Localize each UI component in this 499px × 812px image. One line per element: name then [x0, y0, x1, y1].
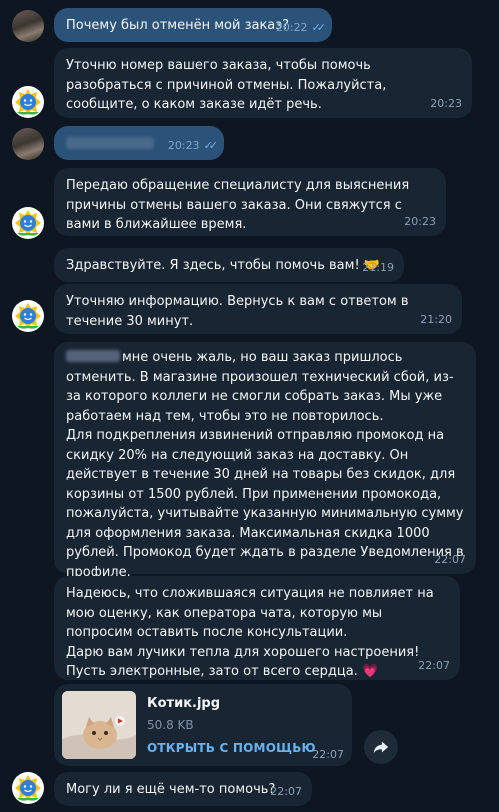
message-time: 20:23: [167, 138, 200, 152]
message-meta: 20:23: [430, 94, 462, 114]
message-time: 20:22: [275, 20, 308, 34]
bot-avatar[interactable]: [12, 86, 44, 118]
bot-logo-icon: [15, 775, 41, 801]
message-text: Здравствуйте. Я здесь, чтобы помочь вам!…: [66, 258, 380, 273]
message-bubble[interactable]: Надеюсь, что сложившаяся ситуация не пов…: [54, 576, 460, 680]
message-meta: 21:19: [362, 258, 394, 278]
bot-avatar[interactable]: [12, 300, 44, 332]
message-meta: 20:22 ✓✓: [275, 18, 327, 38]
message-time: 22:07: [270, 784, 302, 798]
message-bubble[interactable]: Могу ли я ещё чем-то помочь? 22:07: [54, 772, 312, 806]
message-meta: 22:07: [270, 782, 302, 802]
message-time: 21:19: [362, 260, 394, 274]
message-time: 22:07: [434, 552, 466, 566]
message-meta: 20:23 ✓✓: [167, 136, 219, 156]
message-text: Почему был отменён мой заказ?: [66, 18, 290, 33]
message-time: 20:23: [430, 96, 462, 110]
message-text: мне очень жаль, но ваш заказ пришлось от…: [66, 350, 464, 599]
message-bubble[interactable]: мне очень жаль, но ваш заказ пришлось от…: [54, 342, 476, 599]
message-bubble[interactable]: 20:23 ✓✓: [54, 126, 224, 160]
bot-logo-icon: [15, 210, 41, 236]
bot-logo-icon: [15, 89, 41, 115]
message-bubble[interactable]: Передаю обращение специалисту для выясне…: [54, 168, 446, 236]
blurred-text: [66, 137, 154, 149]
file-message[interactable]: Котик.jpg 50.8 KB ОТКРЫТЬ С ПОМОЩЬЮ 22:0…: [54, 684, 352, 766]
message-bubble[interactable]: Здравствуйте. Я здесь, чтобы помочь вам!…: [54, 248, 404, 282]
message-bubble[interactable]: Уточню номер вашего заказа, чтобы помочь…: [54, 48, 472, 118]
message-time: 22:07: [312, 748, 344, 761]
cat-photo-thumbnail[interactable]: [62, 691, 136, 759]
message-text: Уточню номер вашего заказа, чтобы помочь…: [66, 58, 391, 112]
message-time: 22:07: [418, 658, 450, 672]
message-bubble[interactable]: Почему был отменён мой заказ? 20:22 ✓✓: [54, 8, 332, 42]
blurred-text: [66, 350, 120, 362]
double-check-icon: ✓✓: [203, 138, 219, 152]
share-arrow-icon: [373, 741, 389, 754]
user-avatar[interactable]: [12, 10, 44, 42]
share-button[interactable]: [364, 730, 398, 764]
message-text: Надеюсь, что сложившаяся ситуация не пов…: [66, 586, 434, 679]
file-size: 50.8 KB: [147, 718, 194, 732]
message-meta: 20:23: [404, 212, 436, 232]
message-text: Передаю обращение специалисту для выясне…: [66, 178, 414, 232]
message-text: Могу ли я ещё чем-то помочь?: [66, 782, 276, 797]
message-bubble[interactable]: Уточняю информацию. Вернусь к вам с отве…: [54, 284, 462, 334]
message-meta: 21:20: [420, 310, 452, 330]
message-meta: 22:07: [418, 656, 450, 676]
message-text: Уточняю информацию. Вернусь к вам с отве…: [66, 294, 413, 329]
file-name: Котик.jpg: [147, 696, 221, 711]
bot-avatar[interactable]: [12, 772, 44, 804]
bot-logo-icon: [15, 303, 41, 329]
open-with-button[interactable]: ОТКРЫТЬ С ПОМОЩЬЮ: [147, 741, 316, 755]
user-avatar[interactable]: [12, 128, 44, 160]
double-check-icon: ✓✓: [311, 20, 327, 34]
cat-photo-icon: [62, 691, 136, 759]
message-meta: 22:07: [434, 550, 466, 570]
message-time: 20:23: [404, 214, 436, 228]
bot-avatar[interactable]: [12, 207, 44, 239]
message-time: 21:20: [420, 312, 452, 326]
